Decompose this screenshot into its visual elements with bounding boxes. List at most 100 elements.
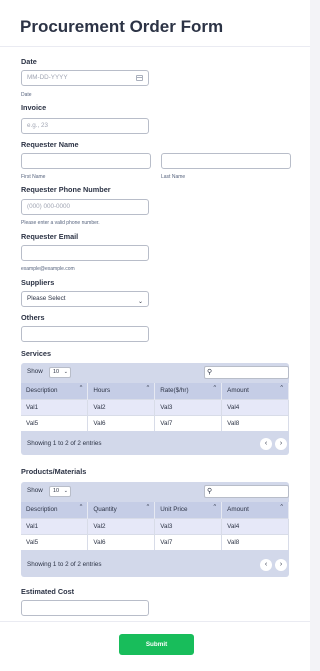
column-header[interactable]: Description ^ — [21, 502, 89, 518]
table-row: Val1 Val2 Val3 Val4 — [21, 517, 289, 534]
column-header-label: Description — [26, 387, 58, 395]
sort-icon: ^ — [213, 385, 217, 391]
table-cell: Val1 — [21, 517, 89, 534]
invoice-placeholder: e.g., 23 — [27, 122, 49, 129]
products-data-table: Description ^ Quantity ^ Unit Price ^ Amoun… — [21, 502, 289, 550]
invoice-input[interactable]: e.g., 23 — [21, 118, 149, 134]
table-row: Val5 Val6 Val7 Val8 — [21, 533, 289, 550]
invoice-label: Invoice — [21, 103, 47, 112]
table-cell: Val1 — [21, 398, 89, 415]
phone-input[interactable]: (000) 000-0000 — [21, 199, 149, 215]
sort-icon: ^ — [79, 504, 83, 510]
products-table-footer: Showing 1 to 2 of 2 entries ‹ › — [21, 554, 289, 576]
calendar-icon[interactable] — [136, 75, 143, 81]
column-header-label: Quantity — [93, 506, 117, 514]
services-label: Services — [21, 349, 52, 358]
table-cell: Val8 — [221, 414, 289, 431]
requester-name-label: Requester Name — [21, 140, 79, 149]
footer-divider — [0, 621, 310, 622]
chevron-left-icon[interactable]: ‹ — [260, 438, 272, 450]
date-input[interactable]: MM-DD-YYYY — [21, 70, 149, 86]
sort-icon: ^ — [280, 385, 283, 391]
services-show-label: Show — [27, 368, 43, 375]
services-page-size-select[interactable]: 10 ⌄ — [49, 367, 71, 378]
products-entries-info: Showing 1 to 2 of 2 entries — [27, 561, 102, 568]
products-table: Show 10 ⌄ ⚲ Description ^ Quantity ^ Unit … — [21, 482, 289, 577]
suppliers-select[interactable]: Please Select ⌄ — [21, 291, 149, 307]
estimated-cost-label: Estimated Cost — [21, 587, 75, 596]
sort-icon: ^ — [146, 504, 150, 510]
table-cell: Val3 — [154, 398, 223, 415]
table-row: Val1 Val2 Val3 Val4 — [21, 398, 289, 415]
search-icon: ⚲ — [207, 369, 213, 376]
chevron-down-icon: ⌄ — [63, 369, 68, 375]
requester-email-label: Requester Email — [21, 232, 79, 241]
services-table-footer: Showing 1 to 2 of 2 entries ‹ › — [21, 433, 289, 455]
form-header: Procurement Order Form — [0, 0, 310, 47]
page-title: Procurement Order Form — [20, 17, 224, 36]
submit-button[interactable]: Submit — [119, 634, 194, 655]
column-header[interactable]: Quantity ^ — [87, 502, 156, 518]
date-sublabel: Date — [21, 92, 32, 98]
table-cell: Val4 — [221, 517, 289, 534]
column-header-label: Rate($/hr) — [160, 387, 189, 395]
services-entries-info: Showing 1 to 2 of 2 entries — [27, 440, 102, 447]
column-header-label: Unit Price — [160, 506, 188, 514]
column-header-label: Amount — [227, 387, 249, 395]
chevron-right-icon[interactable]: › — [275, 559, 287, 571]
column-header[interactable]: Unit Price ^ — [154, 502, 223, 518]
services-page-size-value: 10 — [53, 369, 60, 375]
services-search-input[interactable]: ⚲ — [204, 366, 289, 379]
services-data-table: Description ^ Hours ^ Rate($/hr) ^ Amount ^ … — [21, 383, 289, 431]
table-cell: Val8 — [221, 533, 289, 550]
table-cell: Val6 — [87, 533, 156, 550]
products-search-input[interactable]: ⚲ — [204, 485, 289, 498]
last-name-sublabel: Last Name — [161, 174, 186, 180]
phone-sublabel: Please enter a valid phone number. — [21, 220, 100, 226]
form-page: Procurement Order Form Date MM-DD-YYYY D… — [0, 0, 310, 671]
table-cell: Val6 — [87, 414, 156, 431]
phone-placeholder: (000) 000-0000 — [27, 203, 71, 210]
column-header[interactable]: Amount ^ — [221, 502, 289, 518]
table-cell: Val5 — [21, 414, 89, 431]
chevron-right-icon[interactable]: › — [275, 438, 287, 450]
column-header[interactable]: Hours ^ — [87, 383, 156, 399]
first-name-input[interactable] — [21, 153, 151, 169]
column-header-label: Amount — [227, 506, 249, 514]
last-name-input[interactable] — [161, 153, 291, 169]
chevron-left-icon[interactable]: ‹ — [260, 559, 272, 571]
first-name-sublabel: First Name — [21, 174, 46, 180]
table-cell: Val5 — [21, 533, 89, 550]
date-placeholder: MM-DD-YYYY — [27, 74, 68, 81]
services-table: Show 10 ⌄ ⚲ Description ^ Hours ^ Rate($/h… — [21, 363, 289, 455]
search-icon: ⚲ — [207, 488, 213, 495]
column-header-label: Hours — [93, 387, 111, 395]
others-input[interactable] — [21, 326, 149, 342]
email-input[interactable] — [21, 245, 149, 261]
sort-icon: ^ — [79, 385, 83, 391]
table-cell: Val3 — [154, 517, 223, 534]
suppliers-label: Suppliers — [21, 278, 55, 287]
chevron-down-icon: ⌄ — [63, 488, 68, 494]
estimated-cost-input[interactable] — [21, 600, 149, 616]
sort-icon: ^ — [213, 504, 217, 510]
column-header[interactable]: Amount ^ — [221, 383, 289, 399]
services-table-toolbar: Show 10 ⌄ ⚲ — [21, 363, 289, 382]
email-sublabel: example@example.com — [21, 266, 75, 272]
date-label: Date — [21, 57, 37, 66]
table-cell: Val2 — [87, 517, 156, 534]
others-label: Others — [21, 313, 45, 322]
sort-icon: ^ — [146, 385, 150, 391]
table-row: Val5 Val6 Val7 Val8 — [21, 414, 289, 431]
column-header[interactable]: Rate($/hr) ^ — [154, 383, 223, 399]
products-show-label: Show — [27, 487, 43, 494]
sort-icon: ^ — [280, 504, 283, 510]
table-cell: Val7 — [154, 414, 223, 431]
column-header[interactable]: Description ^ — [21, 383, 89, 399]
products-page-size-value: 10 — [53, 488, 60, 494]
products-table-toolbar: Show 10 ⌄ ⚲ — [21, 482, 289, 501]
suppliers-selected: Please Select — [27, 295, 66, 302]
column-header-label: Description — [26, 506, 58, 514]
products-page-size-select[interactable]: 10 ⌄ — [49, 486, 71, 497]
table-cell: Val4 — [221, 398, 289, 415]
